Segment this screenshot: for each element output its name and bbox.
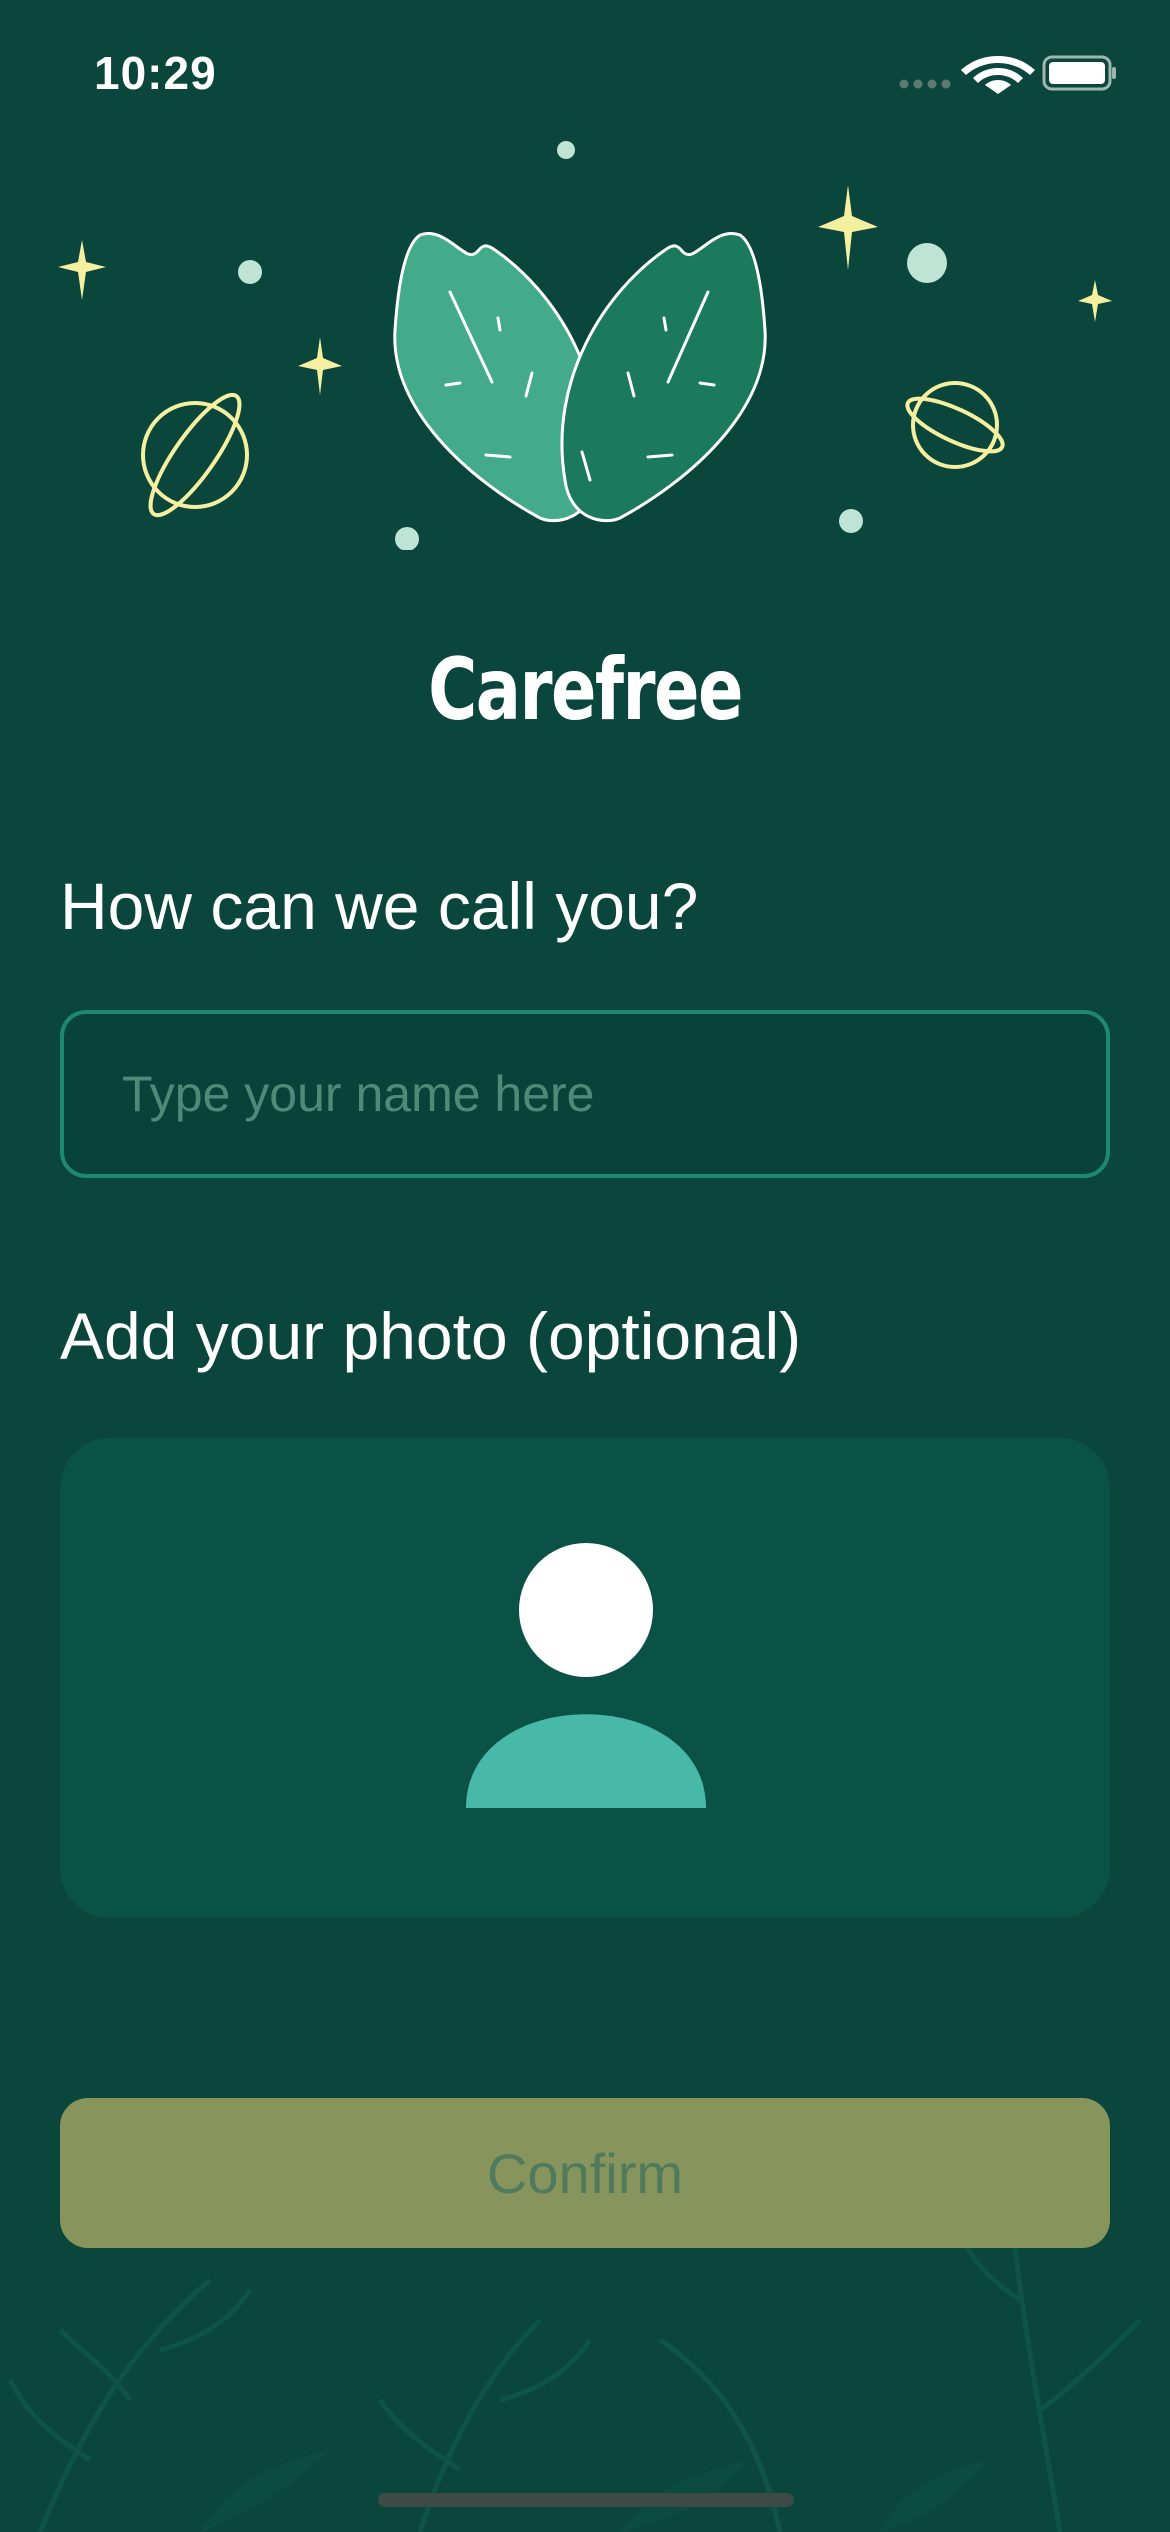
leaves-logo-icon xyxy=(393,232,767,523)
app-title: Carefree xyxy=(428,640,743,740)
status-bar: 10:29 xyxy=(0,0,1170,150)
home-indicator[interactable] xyxy=(378,2493,794,2507)
battery-icon xyxy=(1042,55,1116,91)
avatar-placeholder-icon xyxy=(466,1543,706,1808)
status-icons xyxy=(898,54,1118,94)
name-label: How can we call you? xyxy=(60,869,699,943)
hero-illustration xyxy=(0,130,1170,672)
name-input[interactable] xyxy=(60,1010,1110,1178)
wifi-icon xyxy=(961,56,1035,94)
status-time: 10:29 xyxy=(94,47,217,99)
photo-picker[interactable] xyxy=(60,1438,1110,1918)
confirm-button[interactable]: Confirm xyxy=(60,2098,1110,2248)
signal-dots-icon xyxy=(899,79,951,89)
photo-label: Add your photo (optional) xyxy=(60,1299,802,1373)
